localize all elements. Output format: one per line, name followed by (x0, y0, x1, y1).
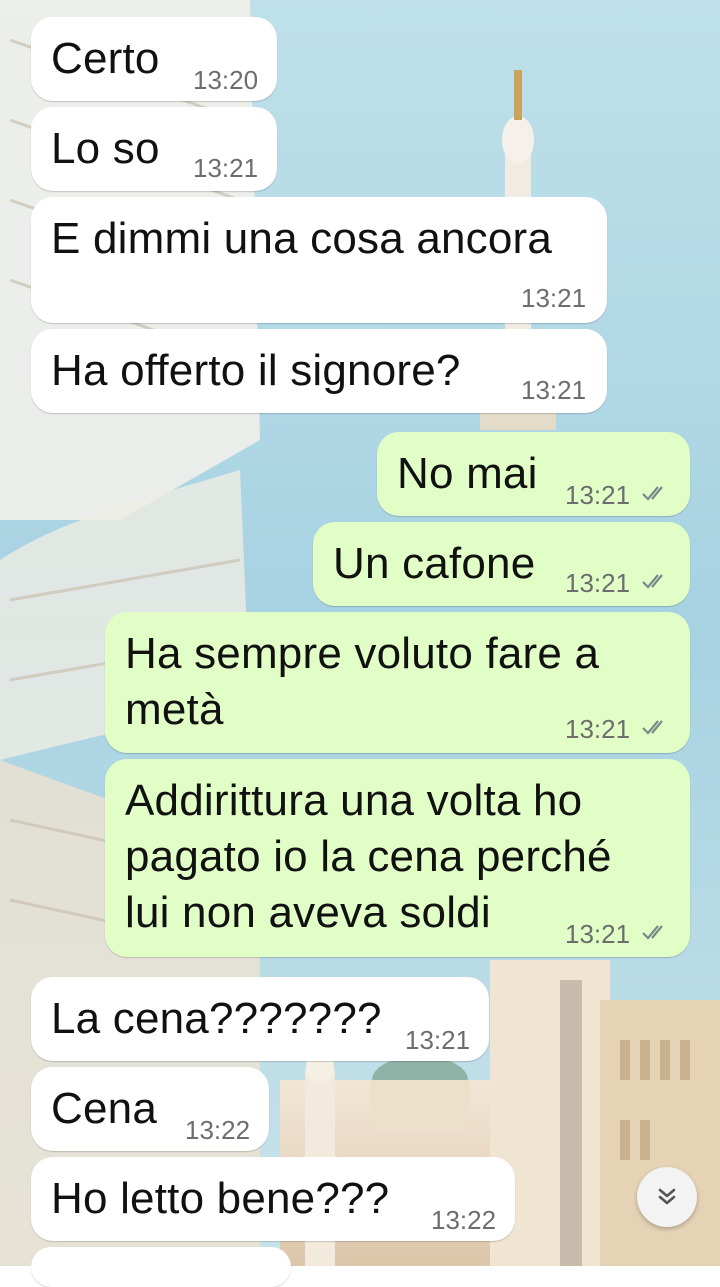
message-text: Certo (51, 34, 160, 83)
outgoing-message[interactable]: Ha sempre voluto fare a metà 13:21 (105, 612, 690, 753)
scroll-to-bottom-button[interactable] (637, 1167, 697, 1227)
message-text: No mai (397, 449, 538, 498)
double-check-icon (642, 574, 663, 589)
incoming-message[interactable]: Certo 13:20 (31, 17, 277, 101)
double-check-icon (642, 925, 663, 940)
incoming-message[interactable]: Ha offerto il signore? 13:21 (31, 329, 607, 413)
message-time: 13:21 (565, 568, 631, 598)
message-time: 13:20 (193, 65, 259, 95)
incoming-message[interactable]: La cena??????? 13:21 (31, 977, 489, 1061)
message-text: Addirittura una volta ho pagato io la ce… (125, 776, 612, 937)
message-text: Un cafone (333, 539, 536, 588)
message-text: La cena??????? (51, 994, 382, 1043)
double-check-icon (642, 486, 663, 501)
double-chevron-down-icon (658, 1188, 676, 1205)
incoming-message[interactable]: Ho letto bene??? 13:22 (31, 1157, 515, 1241)
message-time: 13:21 (565, 714, 631, 744)
message-list[interactable]: Certo 13:20 Lo so 13:21 E dimmi una cosa… (0, 0, 720, 1287)
message-text: Lo so (51, 124, 160, 173)
incoming-message[interactable]: Lo so 13:21 (31, 107, 277, 191)
message-time: 13:21 (521, 375, 587, 405)
message-time: 13:21 (193, 153, 259, 183)
message-text: Ha sempre voluto fare a metà (125, 629, 600, 734)
message-time: 13:21 (565, 480, 631, 510)
message-text: E dimmi una cosa ancora (51, 214, 553, 263)
incoming-message[interactable]: Cena 13:22 (31, 1067, 269, 1151)
message-time: 13:22 (431, 1205, 497, 1235)
outgoing-message[interactable]: Addirittura una volta ho pagato io la ce… (105, 759, 690, 957)
message-time: 13:21 (565, 919, 631, 949)
incoming-message-partial[interactable] (31, 1247, 291, 1287)
incoming-message[interactable]: E dimmi una cosa ancora 13:21 (31, 197, 607, 323)
message-text: Ho letto bene??? (51, 1174, 390, 1223)
outgoing-message[interactable]: No mai 13:21 (377, 432, 690, 516)
outgoing-message[interactable]: Un cafone 13:21 (313, 522, 690, 606)
message-time: 13:21 (521, 283, 587, 313)
message-text: Ha offerto il signore? (51, 346, 461, 395)
message-text: Cena (51, 1084, 157, 1133)
message-time: 13:22 (185, 1115, 251, 1145)
double-check-icon (642, 720, 663, 735)
message-time: 13:21 (405, 1025, 471, 1055)
